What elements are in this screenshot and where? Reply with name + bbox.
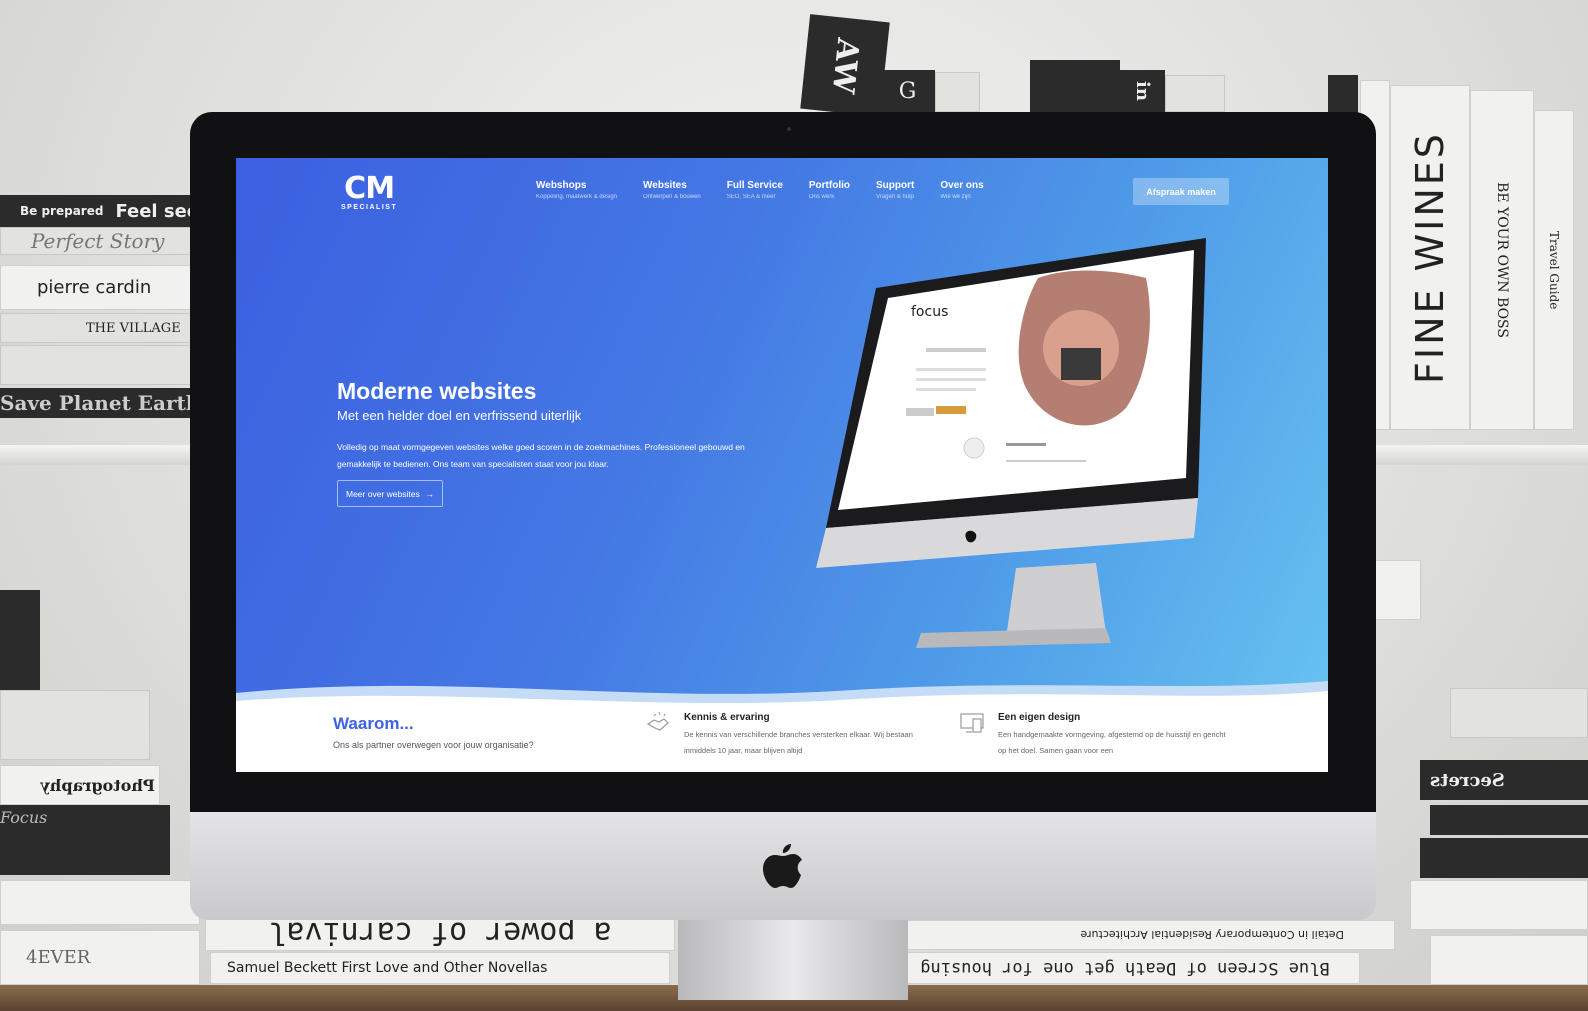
logo-subtitle: SPECIALIST	[341, 204, 398, 211]
book-top-3	[935, 72, 980, 112]
book-left-9: Photography	[0, 765, 160, 805]
why-title: Waarom...	[333, 714, 414, 733]
book-left-4: THE VILLAGE	[0, 313, 200, 343]
nav-portfolio[interactable]: Portfolio Ons werk	[809, 180, 850, 200]
book-top-2: G	[880, 70, 935, 112]
feature-title: Een eigen design	[998, 712, 1081, 723]
site-logo[interactable]: CM SPECIALIST	[341, 171, 398, 212]
book-top-1: AW	[800, 14, 890, 117]
appointment-button[interactable]: Afspraak maken	[1133, 178, 1229, 205]
hero-title: Moderne websites	[337, 378, 537, 404]
book-left-8	[0, 690, 150, 760]
book-bottom-3: Detail in Contemporary Residential Archi…	[895, 920, 1395, 950]
book-left-3: pierre cardin	[0, 265, 200, 310]
nav-label: Websites	[643, 180, 687, 191]
book-top-5: in	[1120, 70, 1165, 112]
logo-mark: CM	[344, 171, 395, 206]
main-navigation: Webshops Koppeling, maatwerk & design We…	[536, 180, 984, 200]
book-bottom-4: Blue Screen of Death get one for housing	[890, 952, 1360, 984]
mockup-brand: focus	[911, 304, 948, 320]
monitor-icon	[960, 713, 984, 733]
feature-text: Een handgemaakte vormgeving, afgestemd o…	[998, 730, 1226, 755]
book-left-6: Save Planet Earth	[0, 388, 200, 418]
button-label: Meer over websites	[346, 488, 420, 499]
book-top-6	[1165, 75, 1225, 112]
book-bottom-1: a power of carnival	[205, 915, 675, 951]
arrow-right-icon: →	[425, 488, 435, 499]
nav-label: Webshops	[536, 180, 587, 191]
book-left-11	[0, 830, 170, 875]
nav-full-service[interactable]: Full Service SEO, SEA & meer	[727, 180, 783, 200]
book-right-10	[1420, 838, 1588, 878]
book-left-10: Focus	[0, 805, 170, 830]
nav-sublabel: Ons werk	[808, 194, 835, 200]
book-top-4	[1030, 60, 1120, 112]
book-right-7	[1450, 688, 1588, 738]
nav-sublabel: Vragen & hulp	[876, 194, 914, 200]
handshake-icon	[646, 712, 669, 731]
book-bottom-2: Samuel Beckett First Love and Other Nove…	[210, 952, 670, 984]
feature-text: De kennis van verschillende branches ver…	[684, 730, 913, 755]
nav-webshops[interactable]: Webshops Koppeling, maatwerk & design	[536, 180, 617, 200]
book-left-13: 4EVER	[0, 930, 200, 985]
book-left-2: Perfect Story	[0, 227, 200, 255]
imac-mockup-image: focus	[816, 238, 1206, 648]
feature-design: Een eigen design Een handgemaakte vormge…	[960, 712, 1228, 759]
why-subtitle: Ons als partner overwegen voor jouw orga…	[333, 740, 534, 750]
book-right-9	[1430, 805, 1588, 835]
book-left-1: Be preparedFeel secure	[0, 195, 200, 227]
book-right-5: Travel Guide	[1534, 110, 1574, 430]
hero-subtitle: Met een helder doel en verfrissend uiter…	[337, 408, 582, 423]
book-right-3: FINE WINES	[1390, 85, 1470, 430]
camera-dot	[787, 127, 791, 131]
website-screen: CM SPECIALIST Webshops Koppeling, maatwe…	[236, 158, 1328, 772]
monitor-chin	[190, 812, 1376, 920]
book-right-12	[1430, 935, 1588, 985]
nav-label: Portfolio	[808, 180, 850, 191]
more-websites-button[interactable]: Meer over websites →	[337, 480, 444, 507]
feature-title: Kennis & ervaring	[684, 712, 770, 723]
feature-knowledge: Kennis & ervaring De kennis van verschil…	[646, 712, 914, 759]
nav-label: Full Service	[726, 180, 783, 191]
book-left-5	[0, 345, 200, 385]
nav-label: Over ons	[940, 180, 984, 191]
nav-sublabel: Wie we zijn	[940, 194, 971, 200]
nav-websites[interactable]: Websites Ontwerpen & bouwen	[643, 180, 701, 200]
nav-over-ons[interactable]: Over ons Wie we zijn	[940, 180, 983, 200]
book-right-8: Secrets	[1420, 760, 1588, 800]
book-left-12	[0, 880, 200, 925]
monitor-stand	[678, 920, 908, 1000]
nav-sublabel: Ontwerpen & bouwen	[643, 194, 701, 200]
hero-text: Volledig op maat vormgegeven websites we…	[337, 442, 745, 469]
book-right-11	[1410, 880, 1588, 930]
nav-label: Support	[876, 180, 915, 191]
nav-sublabel: Koppeling, maatwerk & design	[536, 194, 618, 200]
nav-sublabel: SEO, SEA & meer	[726, 194, 776, 200]
book-right-4: BE YOUR OWN BOSS	[1470, 90, 1534, 430]
nav-support[interactable]: Support Vragen & hulp	[876, 180, 914, 200]
apple-logo-icon	[763, 844, 802, 888]
